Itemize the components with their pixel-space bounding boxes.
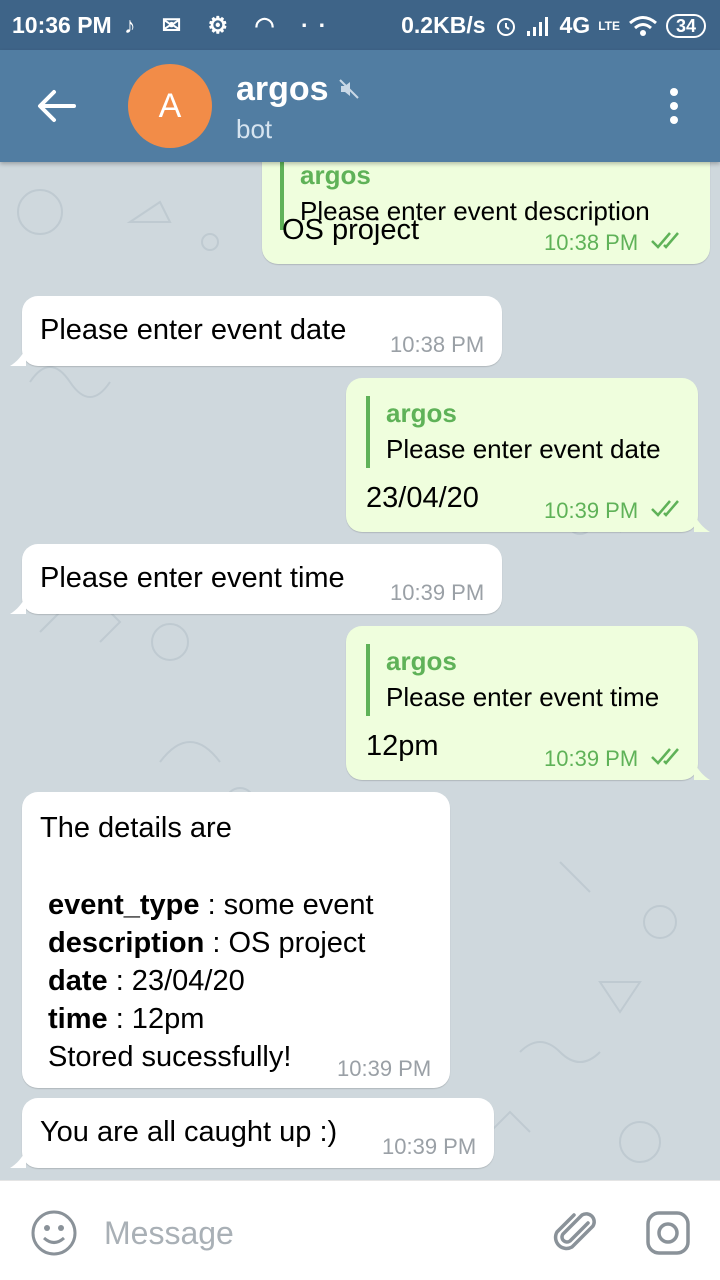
chat-title[interactable]: argos <box>236 70 329 109</box>
read-receipt-icon <box>651 748 679 765</box>
detail-row: time : 12pm <box>48 1000 374 1038</box>
detail-key: description <box>48 927 205 959</box>
message-text: You are all caught up :) <box>40 1116 338 1148</box>
message-time: 10:39 PM <box>390 580 485 605</box>
emoji-icon[interactable] <box>30 1209 78 1257</box>
bubble-tail <box>10 1150 26 1168</box>
back-arrow-icon[interactable] <box>36 88 76 124</box>
camera-icon[interactable] <box>644 1209 692 1257</box>
net-speed: 0.2KB/s <box>401 12 486 38</box>
reply-sender: argos <box>386 646 457 676</box>
reply-text: Please enter event date <box>386 434 661 464</box>
reply-text: Please enter event time <box>386 682 660 712</box>
reply-quote[interactable]: argos Please enter event time <box>366 644 659 716</box>
chat-subtitle: bot <box>236 114 273 144</box>
message-text: Please enter event date <box>40 314 347 346</box>
detail-row: description : OS project <box>48 924 374 962</box>
avatar[interactable]: A <box>128 64 212 148</box>
read-receipt-icon <box>651 232 679 249</box>
message-text: Please enter event time <box>40 562 345 594</box>
detail-footer: Stored sucessfully! <box>48 1041 292 1073</box>
message-text: 12pm <box>366 730 439 762</box>
message-composer <box>0 1180 720 1280</box>
message-intro: The details are <box>40 812 232 844</box>
chat-header: A argos bot <box>0 50 720 162</box>
message-time: 10:39 PM <box>544 498 639 523</box>
message-outgoing[interactable]: argos Please enter event date 23/04/20 1… <box>346 378 698 532</box>
muted-icon <box>339 79 359 99</box>
detail-row: event_type : some event <box>48 886 374 924</box>
message-incoming[interactable]: The details are event_type : some event … <box>22 792 450 1088</box>
detail-row: date : 23/04/20 <box>48 962 374 1000</box>
alarm-icon <box>496 17 515 36</box>
status-bar: 10:36 PM ♪ ✉ ⚙ ◠ ·· 0.2KB/s 4G LTE 34 <box>0 0 720 50</box>
message-text: 23/04/20 <box>366 482 479 514</box>
message-time: 10:39 PM <box>382 1134 477 1159</box>
message-incoming[interactable]: You are all caught up :) 10:39 PM <box>22 1098 494 1168</box>
status-right: 0.2KB/s 4G LTE 34 <box>401 12 706 39</box>
reply-sender: argos <box>300 162 371 190</box>
bubble-tail <box>10 348 26 366</box>
message-incoming[interactable]: Please enter event date 10:38 PM <box>22 296 502 366</box>
lte-label: LTE <box>598 18 620 33</box>
bubble-tail <box>694 762 710 780</box>
message-outgoing[interactable]: argos Please enter event description OS … <box>262 162 710 264</box>
message-time: 10:38 PM <box>544 230 639 255</box>
read-receipt-icon <box>651 500 679 517</box>
signal-icon <box>526 16 548 36</box>
chat-area[interactable]: argos Please enter event description OS … <box>0 162 720 1180</box>
detail-key: event_type <box>48 889 200 921</box>
battery-indicator: 34 <box>665 13 706 38</box>
bubble-tail <box>10 596 26 614</box>
notification-icons: ♪ ✉ ⚙ ◠ ·· <box>124 12 337 38</box>
detail-value: : 12pm <box>107 1003 205 1035</box>
status-time: 10:36 PM <box>12 12 112 38</box>
detail-key: time <box>48 1003 108 1035</box>
message-time: 10:39 PM <box>337 1056 432 1081</box>
reply-sender: argos <box>386 398 457 428</box>
message-time: 10:38 PM <box>390 332 485 357</box>
detail-value: : some event <box>199 889 374 921</box>
message-time: 10:39 PM <box>544 746 639 771</box>
wifi-icon <box>629 15 657 36</box>
bubble-tail <box>694 514 710 532</box>
message-outgoing[interactable]: argos Please enter event time 12pm 10:39… <box>346 626 698 780</box>
message-incoming[interactable]: Please enter event time 10:39 PM <box>22 544 502 614</box>
reply-quote[interactable]: argos Please enter event date <box>366 396 661 468</box>
message-input[interactable] <box>104 1211 524 1255</box>
detail-value: : OS project <box>204 927 366 959</box>
attach-icon[interactable] <box>552 1209 600 1257</box>
message-text: OS project <box>282 214 419 246</box>
more-menu-icon[interactable] <box>670 88 680 124</box>
network-type: 4G <box>559 12 591 38</box>
details-list: event_type : some event description : OS… <box>48 886 374 1076</box>
detail-value: : 23/04/20 <box>107 965 245 997</box>
detail-key: date <box>48 965 108 997</box>
